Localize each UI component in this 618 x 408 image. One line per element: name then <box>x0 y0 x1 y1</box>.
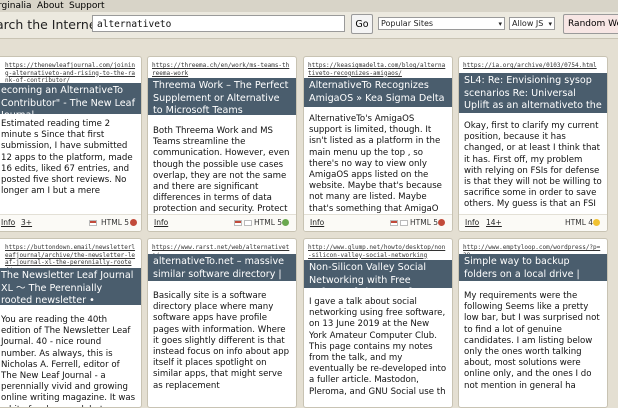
similar-link[interactable]: 3+ <box>21 215 32 230</box>
result-title[interactable]: Non-Silicon Valley Social Networking wit… <box>304 260 452 298</box>
result-title[interactable]: alternativeTo.net – massive similar soft… <box>148 254 296 292</box>
info-link[interactable]: Info <box>465 215 479 230</box>
status-dot-icon <box>438 219 445 226</box>
html-version: HTML 5 <box>254 218 283 227</box>
search-input[interactable]: alternativeto <box>92 15 345 32</box>
result-snippet: I gave a talk about social networking us… <box>309 297 447 397</box>
go-button[interactable]: Go <box>351 14 373 34</box>
flag-icon <box>244 220 252 226</box>
result-snippet: Both Threema Work and MS Teams streamlin… <box>153 126 290 226</box>
result-snippet: AlternativeTo's AmigaOS support is limit… <box>309 114 442 214</box>
result-snippet: Okay, first to clarify my current positi… <box>464 121 602 210</box>
result-title[interactable]: Simple way to backup folders on a local … <box>459 254 607 292</box>
result-url[interactable]: https://thenewleafjournal.com/joining-al… <box>5 62 137 85</box>
result-card: https://threema.ch/en/work/ms-teams-thre… <box>147 56 297 232</box>
js-select[interactable]: Allow JS ▾ <box>509 17 555 30</box>
result-url[interactable]: https://threema.ch/en/work/ms-teams-thre… <box>152 62 292 77</box>
flag-icon <box>234 220 242 226</box>
result-snippet: You are reading the 40th edition of The … <box>1 315 136 407</box>
flag-icon <box>390 220 398 226</box>
result-url[interactable]: http://www.glump.net/howto/desktop/non-s… <box>308 244 448 259</box>
result-snippet: Estimated reading time 2 minute s Since … <box>1 119 133 197</box>
result-snippet: Basically site is a software directory p… <box>153 291 290 391</box>
chevron-down-icon: ▾ <box>498 20 502 28</box>
result-card: https://ia.org/archive/0103/0754.html SL… <box>458 56 608 232</box>
js-select-value: Allow JS <box>512 19 544 28</box>
result-card: https://www.rarst.net/web/alternativeto/… <box>147 238 297 408</box>
status-dot-icon <box>130 219 137 226</box>
chevron-down-icon: ▾ <box>548 20 552 28</box>
result-title[interactable]: SL4: Re: Envisioning sysop scenarios Re:… <box>459 73 607 124</box>
info-link[interactable]: Info <box>310 215 324 230</box>
status-dot-icon <box>593 219 600 226</box>
result-card: https://keasigmadelta.com/blog/alternati… <box>303 56 453 232</box>
result-footer: Info 3+ HTML 5 <box>0 214 141 231</box>
result-title[interactable]: AlternativeTo Recognizes AmigaOS » Kea S… <box>304 78 452 107</box>
result-card: https://thenewleafjournal.com/joining-al… <box>0 56 142 232</box>
result-footer: Info 14+ HTML 4 <box>459 214 607 231</box>
menu-marginalia[interactable]: rginalia <box>0 0 32 12</box>
html-version: HTML 4 <box>565 218 594 227</box>
sort-select-value: Popular Sites <box>381 19 434 28</box>
info-link[interactable]: Info <box>154 215 168 230</box>
sort-select[interactable]: Popular Sites ▾ <box>378 17 505 30</box>
result-footer: Info HTML 5 <box>304 214 452 231</box>
result-title[interactable]: ecoming an AlternativeTo Contributor" - … <box>0 83 141 121</box>
result-title[interactable]: The Newsletter Leaf Journal XL 〜 The Per… <box>0 268 141 319</box>
status-dot-icon <box>282 219 289 226</box>
info-link[interactable]: Info <box>1 215 15 230</box>
menu-bar: rginalia About Support <box>0 0 618 12</box>
result-url[interactable]: https://ia.org/archive/0103/0754.html <box>463 62 603 70</box>
flag-icon <box>89 220 97 226</box>
random-website-button[interactable]: Random Website <box>563 14 618 34</box>
result-card: https://buttondown.email/newsletterleafj… <box>0 238 142 408</box>
site-title: arch the Internet <box>0 17 102 32</box>
result-footer: Info HTML 5 <box>148 214 296 231</box>
result-snippet: My requirements were the following Seems… <box>464 291 600 391</box>
result-card: http://www.glump.net/howto/desktop/non-s… <box>303 238 453 408</box>
result-card: http://www.emptyloop.com/wordpress/?p=38… <box>458 238 608 408</box>
similar-link[interactable]: 14+ <box>486 215 502 230</box>
menu-about[interactable]: About <box>37 0 64 12</box>
result-url[interactable]: https://keasigmadelta.com/blog/alternati… <box>308 62 448 77</box>
flag-icon <box>400 220 408 226</box>
html-version: HTML 5 <box>410 218 439 227</box>
menu-support[interactable]: Support <box>69 0 105 12</box>
result-title[interactable]: Threema Work – The Perfect Supplement or… <box>148 78 296 116</box>
html-version: HTML 5 <box>101 218 130 227</box>
